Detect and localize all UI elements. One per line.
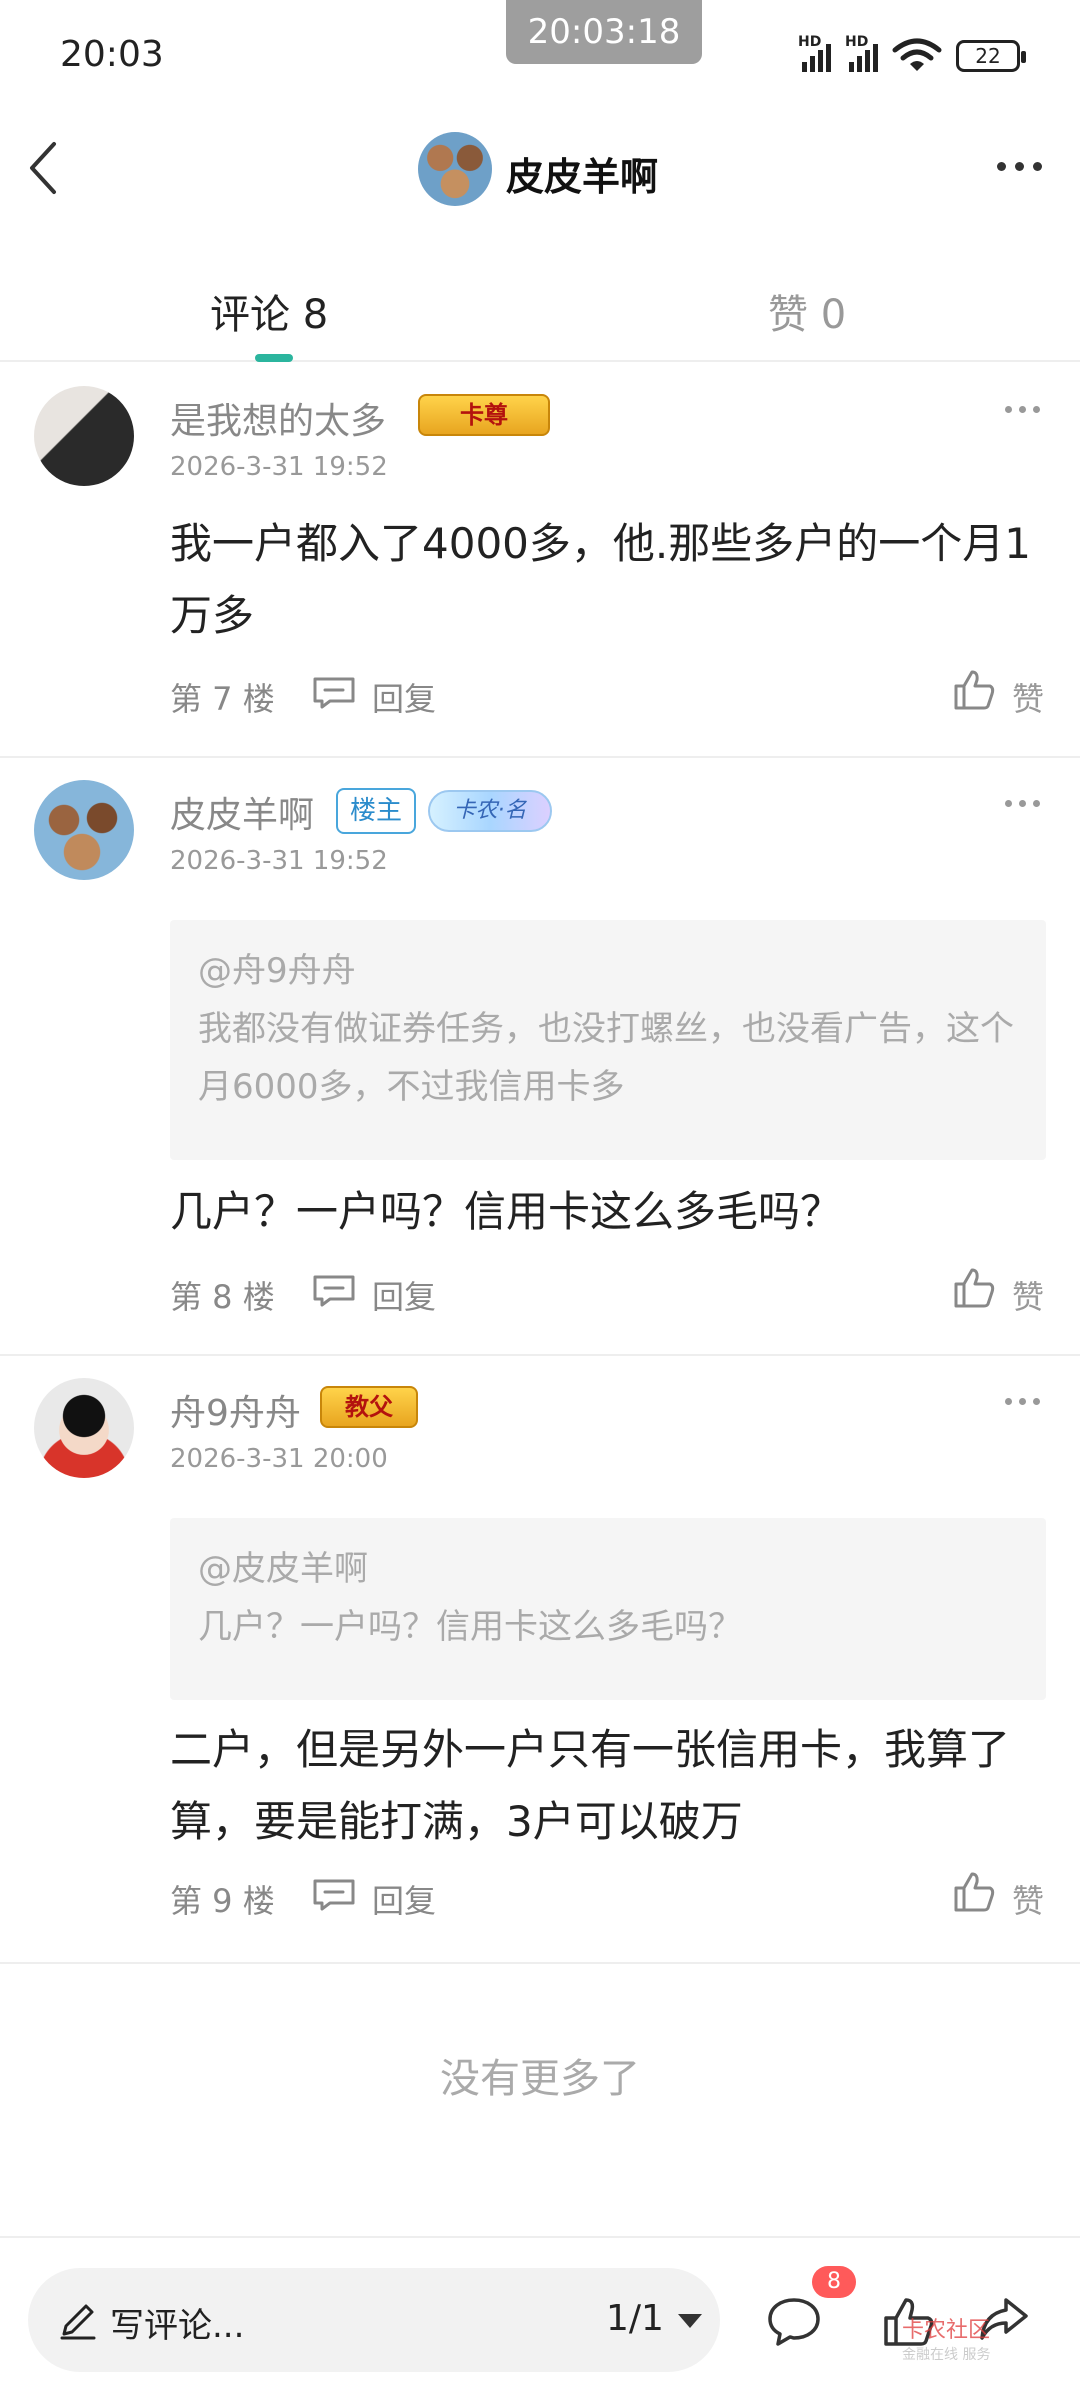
pen-icon (60, 2304, 96, 2340)
end-of-list-text: 没有更多了 (440, 2056, 640, 2102)
reply-icon[interactable] (312, 1878, 356, 1912)
owner-badge: 楼主 (336, 788, 417, 834)
comment-timestamp: 2026-3-31 20:00 (170, 1444, 388, 1474)
comment-timestamp: 2026-3-31 19:52 (170, 452, 388, 482)
back-icon[interactable] (24, 138, 64, 198)
reply-icon[interactable] (312, 676, 356, 710)
quoted-author: @舟9舟舟 (198, 951, 356, 991)
quoted-text: 我都没有做证券任务，也没打螺丝，也没看广告，这个月6000多，不过我信用卡多 (198, 1009, 1014, 1107)
active-tab-indicator (255, 354, 293, 362)
tab-comments[interactable]: 评论 8 (210, 282, 328, 340)
floor-number: 第 7 楼 (170, 680, 275, 718)
top-navigation-bar: 皮皮羊啊 (0, 110, 1080, 230)
avatar[interactable] (418, 132, 492, 206)
dropdown-triangle-icon[interactable] (678, 2314, 702, 2328)
user-level-badge: 卡农·名 (428, 790, 552, 832)
like-button[interactable]: 赞 (1012, 1876, 1044, 1922)
bottom-action-bar: 写评论... 1/1 8 卡农社区 金融在线 服务 (0, 2236, 1080, 2400)
battery-icon: 22 (956, 40, 1026, 72)
comment-timestamp: 2026-3-31 19:52 (170, 846, 388, 876)
more-icon[interactable] (1005, 406, 1040, 413)
reply-button[interactable]: 回复 (372, 674, 436, 720)
comment-count-badge: 8 (812, 2266, 856, 2298)
signal-icon: HD (845, 34, 878, 72)
like-icon[interactable] (952, 668, 996, 712)
comment-author[interactable]: 皮皮羊啊 (170, 786, 314, 838)
like-button[interactable]: 赞 (1012, 1272, 1044, 1318)
comment-input[interactable]: 写评论... 1/1 (28, 2268, 720, 2372)
quoted-comment[interactable]: @皮皮羊啊 几户？一户吗？信用卡这么多毛吗？ (170, 1518, 1046, 1700)
reply-button[interactable]: 回复 (372, 1876, 436, 1922)
floor-number: 第 8 楼 (170, 1278, 275, 1316)
post-comments-page: 20:03 20:03:18 HD HD 22 皮皮羊啊 评论 8 赞 0 是我… (0, 0, 1080, 2400)
reply-button[interactable]: 回复 (372, 1272, 436, 1318)
comment-text: 几户？一户吗？信用卡这么多毛吗？ (170, 1187, 843, 1236)
comment-item: 舟9舟舟 教父 2026-3-31 20:00 @皮皮羊啊 几户？一户吗？信用卡… (0, 1356, 1080, 1964)
comment-item: 是我想的太多 卡尊 2026-3-31 19:52 我一户都入了4000多，他.… (0, 364, 1080, 758)
avatar[interactable] (34, 1378, 134, 1478)
status-time: 20:03 (60, 34, 164, 75)
quoted-author: @皮皮羊啊 (198, 1549, 368, 1589)
status-icons: HD HD 22 (798, 34, 1026, 74)
like-icon[interactable] (952, 1266, 996, 1310)
quoted-text: 几户？一户吗？信用卡这么多毛吗？ (198, 1607, 742, 1647)
avatar[interactable] (34, 780, 134, 880)
wifi-icon (892, 38, 942, 71)
page-indicator[interactable]: 1/1 (606, 2298, 664, 2339)
tab-likes[interactable]: 赞 0 (768, 282, 846, 340)
like-button[interactable]: 赞 (1012, 674, 1044, 720)
comment-author[interactable]: 舟9舟舟 (170, 1384, 301, 1436)
comment-item: 皮皮羊啊 楼主 卡农·名 2026-3-31 19:52 @舟9舟舟 我都没有做… (0, 758, 1080, 1356)
avatar[interactable] (34, 386, 134, 486)
reply-icon[interactable] (312, 1274, 356, 1308)
more-icon[interactable] (997, 162, 1042, 171)
comment-input-placeholder: 写评论... (110, 2306, 245, 2346)
quoted-comment[interactable]: @舟9舟舟 我都没有做证券任务，也没打螺丝，也没看广告，这个月6000多，不过我… (170, 920, 1046, 1160)
comment-icon[interactable] (766, 2296, 822, 2348)
floor-number: 第 9 楼 (170, 1882, 275, 1920)
watermark-text: 卡农社区 (902, 2318, 991, 2343)
like-icon[interactable] (952, 1870, 996, 1914)
watermark-subtext: 金融在线 服务 (902, 2347, 991, 2363)
comment-author[interactable]: 是我想的太多 (170, 392, 386, 444)
page-title[interactable]: 皮皮羊啊 (506, 146, 658, 201)
comment-text: 二户，但是另外一户只有一张信用卡，我算了算，要是能打满，3户可以破万 (170, 1725, 1011, 1846)
more-icon[interactable] (1005, 1398, 1040, 1405)
user-level-badge: 卡尊 (418, 394, 550, 436)
tab-bar: 评论 8 赞 0 (0, 268, 1080, 362)
signal-icon: HD (798, 34, 831, 72)
user-level-badge: 教父 (320, 1386, 418, 1428)
comment-text: 我一户都入了4000多，他.那些多户的一个月1万多 (170, 519, 1031, 640)
more-icon[interactable] (1005, 800, 1040, 807)
status-bar: 20:03 20:03:18 HD HD 22 (0, 0, 1080, 110)
screenshot-time-overlay: 20:03:18 (506, 0, 702, 64)
watermark-logo: 卡农社区 金融在线 服务 (902, 2312, 990, 2364)
